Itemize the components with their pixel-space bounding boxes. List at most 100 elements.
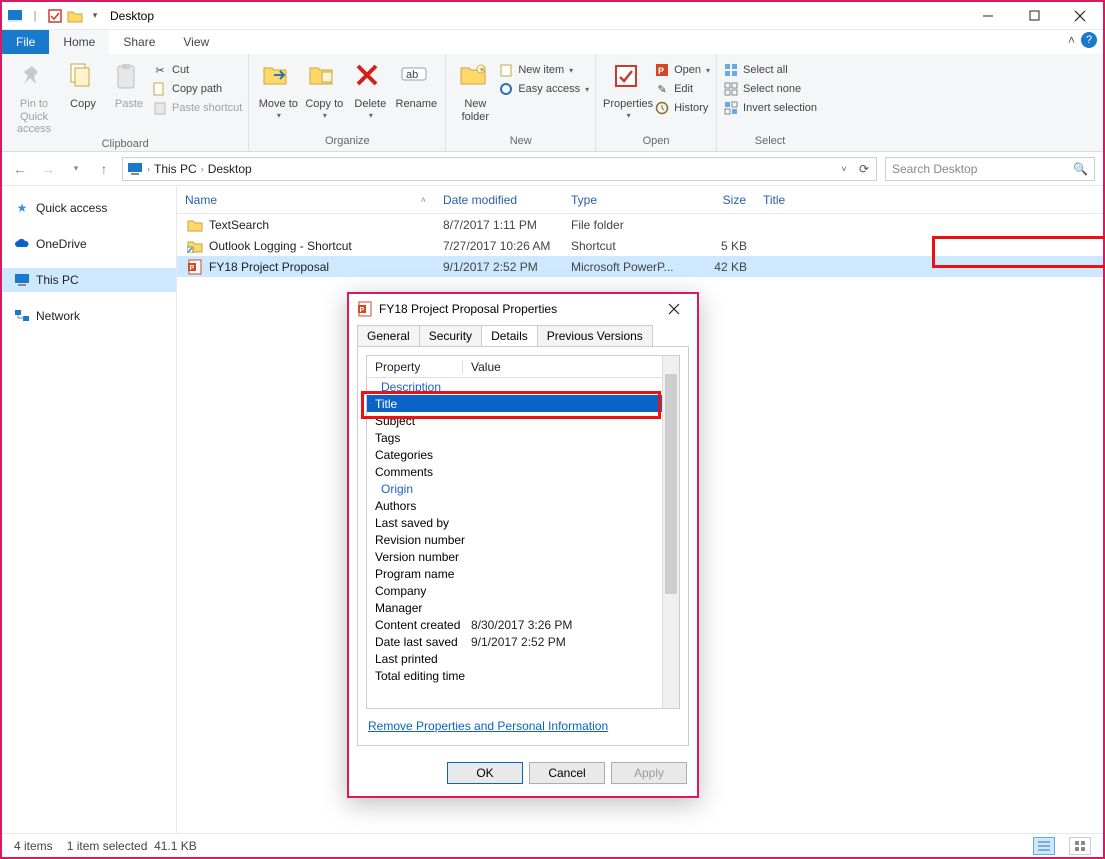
column-title[interactable]: Title [755, 193, 935, 207]
property-row[interactable]: Subject [367, 412, 662, 429]
up-button[interactable]: ↑ [94, 159, 114, 179]
search-input[interactable]: Search Desktop 🔍 [885, 157, 1095, 181]
table-row[interactable]: TextSearch 8/7/2017 1:11 PM File folder [177, 214, 1103, 235]
property-row[interactable]: Comments [367, 463, 662, 480]
property-row[interactable]: Revision number [367, 531, 662, 548]
property-row[interactable]: Authors [367, 497, 662, 514]
apply-button[interactable]: Apply [611, 762, 687, 784]
forward-button[interactable]: → [38, 159, 58, 179]
property-row[interactable]: Total editing time [367, 667, 662, 684]
select-all-button[interactable]: Select all [723, 62, 817, 78]
tab-share[interactable]: Share [109, 30, 169, 54]
column-size[interactable]: Size [685, 193, 755, 207]
chevron-right-icon[interactable]: › [147, 164, 150, 174]
addr-dropdown-icon[interactable]: ˅ [836, 161, 852, 177]
sidebar-item-onedrive[interactable]: OneDrive [2, 232, 176, 256]
paste-button[interactable]: Paste [106, 58, 152, 111]
property-row[interactable]: Version number [367, 548, 662, 565]
column-type[interactable]: Type [563, 193, 685, 207]
dialog-titlebar: P FY18 Project Proposal Properties [349, 294, 697, 324]
edit-button[interactable]: ✎Edit [654, 81, 710, 97]
status-selected-count: 1 item selected 41.1 KB [67, 839, 197, 853]
property-row[interactable]: Last saved by [367, 514, 662, 531]
move-to-button[interactable]: Move to▾ [255, 58, 301, 120]
remove-properties-link[interactable]: Remove Properties and Personal Informati… [366, 709, 680, 737]
dialog-title: FY18 Project Proposal Properties [379, 302, 557, 316]
property-row[interactable]: Manager [367, 599, 662, 616]
copy-to-button[interactable]: Copy to▾ [301, 58, 347, 120]
svg-text:P: P [658, 66, 664, 76]
property-row[interactable]: Program name [367, 565, 662, 582]
tab-security[interactable]: Security [419, 325, 482, 346]
chevron-up-icon[interactable]: ˄ [1068, 33, 1075, 47]
sidebar-item-quick-access[interactable]: ★ Quick access [2, 196, 176, 220]
copy-path-button[interactable]: Copy path [152, 81, 242, 97]
table-row[interactable]: PFY18 Project Proposal 9/1/2017 2:52 PM … [177, 256, 1103, 277]
new-item-button[interactable]: New item▾ [498, 62, 589, 78]
details-view-button[interactable] [1033, 837, 1055, 855]
address-bar[interactable]: › This PC › Desktop ˅ ⟳ [122, 157, 877, 181]
recent-dropdown[interactable]: ▾ [66, 159, 86, 179]
value-header[interactable]: Value [463, 360, 662, 374]
property-row[interactable]: Last printed [367, 650, 662, 667]
table-row[interactable]: Outlook Logging - Shortcut 7/27/2017 10:… [177, 235, 1103, 256]
property-row[interactable]: Categories [367, 446, 662, 463]
tab-view[interactable]: View [169, 30, 223, 54]
folder-qa-icon[interactable] [66, 7, 84, 25]
column-name[interactable]: Name˄ [177, 193, 435, 207]
powerpoint-icon: P [357, 301, 373, 317]
shortcut-icon [187, 238, 203, 254]
tab-home[interactable]: Home [49, 30, 109, 54]
property-name: Total editing time [375, 669, 471, 683]
properties-button[interactable]: Properties▾ [602, 58, 654, 120]
tab-previous-versions[interactable]: Previous Versions [537, 325, 653, 346]
back-button[interactable]: ← [10, 159, 30, 179]
property-row[interactable]: Date last saved9/1/2017 2:52 PM [367, 633, 662, 650]
property-row[interactable]: Content created8/30/2017 3:26 PM [367, 616, 662, 633]
pin-quick-access-button[interactable]: Pin to Quick access [8, 58, 60, 136]
tab-details[interactable]: Details [481, 325, 538, 346]
properties-icon [612, 62, 644, 94]
maximize-button[interactable] [1011, 2, 1057, 30]
delete-button[interactable]: Delete▾ [347, 58, 393, 120]
sidebar-item-network[interactable]: Network [2, 304, 176, 328]
properties-qa-icon[interactable] [46, 7, 64, 25]
scrollbar-thumb[interactable] [665, 374, 677, 594]
cancel-button[interactable]: Cancel [529, 762, 605, 784]
property-row[interactable]: Company [367, 582, 662, 599]
cut-button[interactable]: ✂Cut [152, 62, 242, 78]
property-name: Comments [375, 465, 471, 479]
tab-general[interactable]: General [357, 325, 420, 346]
open-button[interactable]: POpen▾ [654, 62, 710, 78]
select-none-button[interactable]: Select none [723, 81, 817, 97]
breadcrumb[interactable]: This PC [154, 162, 197, 176]
refresh-icon[interactable]: ⟳ [856, 161, 872, 177]
history-button[interactable]: History [654, 100, 710, 116]
chevron-right-icon[interactable]: › [201, 164, 204, 174]
ok-button[interactable]: OK [447, 762, 523, 784]
qa-overflow-icon[interactable]: ▾ [86, 7, 104, 25]
tab-file[interactable]: File [2, 30, 49, 54]
property-value[interactable]: 9/1/2017 2:52 PM [471, 635, 654, 649]
copy-button[interactable]: Copy [60, 58, 106, 111]
property-row[interactable]: Tags [367, 429, 662, 446]
sidebar-item-this-pc[interactable]: This PC [2, 268, 176, 292]
easy-access-button[interactable]: Easy access▾ [498, 81, 589, 97]
property-header[interactable]: Property [367, 360, 463, 374]
new-folder-button[interactable]: ★ New folder [452, 58, 498, 123]
paste-shortcut-button[interactable]: Paste shortcut [152, 100, 242, 116]
large-icons-view-button[interactable] [1069, 837, 1091, 855]
invert-selection-button[interactable]: Invert selection [723, 100, 817, 116]
dialog-close-button[interactable] [659, 295, 689, 323]
select-none-icon [723, 81, 739, 97]
rename-button[interactable]: ab Rename [393, 58, 439, 111]
property-value[interactable]: 8/30/2017 3:26 PM [471, 618, 654, 632]
close-button[interactable] [1057, 2, 1103, 30]
breadcrumb[interactable]: Desktop [208, 162, 252, 176]
minimize-button[interactable] [965, 2, 1011, 30]
property-row[interactable]: Title [367, 395, 662, 412]
column-date[interactable]: Date modified [435, 193, 563, 207]
help-icon[interactable]: ? [1081, 32, 1097, 48]
scrollbar[interactable] [662, 356, 679, 708]
ribbon-group-new: ★ New folder New item▾ Easy access▾ New [446, 54, 596, 151]
